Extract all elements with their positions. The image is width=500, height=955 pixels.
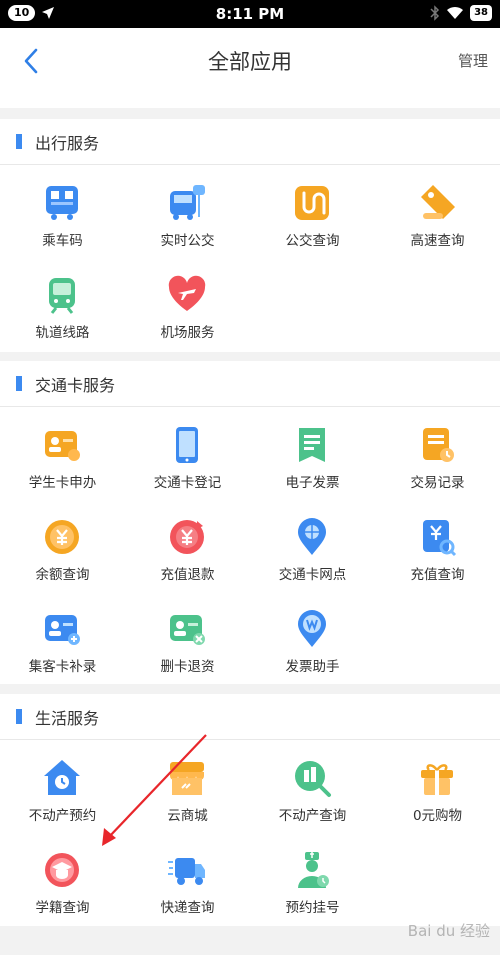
app-label: 快递查询 (160, 900, 215, 916)
battery-indicator: 38 (470, 5, 492, 21)
doctor-icon (298, 852, 329, 888)
section-header: 生活服务 (0, 694, 500, 740)
section-title: 生活服务 (35, 708, 100, 728)
app-label: 机场服务 (160, 325, 215, 341)
bus-route-icon (295, 186, 329, 220)
delete-card-icon (170, 615, 205, 645)
app-label: 学生卡申办 (28, 475, 97, 491)
app-label: 交通卡网点 (278, 567, 347, 583)
app-label: 0元购物 (412, 808, 463, 824)
house-clock-icon (44, 760, 80, 795)
app-label: 实时公交 (160, 233, 215, 249)
app-label: 公交查询 (285, 233, 340, 249)
section-life: 生活服务 不动产预约 云商城 不动产查询 0元购物 学籍查询 快递查询 预约挂号 (0, 694, 500, 926)
app-label: 轨道线路 (35, 325, 90, 341)
section-accent-bar (16, 134, 22, 149)
section-travel: 出行服务 乘车码 实时公交 公交查询 高速查询 轨道线路 机场服务 (0, 119, 500, 352)
graduation-cap-icon (45, 853, 79, 887)
app-item-highway[interactable]: 高速查询 (375, 165, 500, 257)
app-item-express-delivery[interactable]: 快递查询 (125, 832, 250, 924)
app-item-free-shopping[interactable]: 0元购物 (375, 740, 500, 832)
app-item-student-card[interactable]: 学生卡申办 (0, 407, 125, 499)
app-label: 余额查询 (35, 567, 90, 583)
app-item-bus-route[interactable]: 公交查询 (250, 165, 375, 257)
watermark: Bai du 经验 (407, 922, 490, 940)
app-item-recharge-search[interactable]: 充值查询 (375, 499, 500, 591)
card-supplement-icon (45, 615, 80, 645)
app-item-property-search[interactable]: 不动产查询 (250, 740, 375, 832)
app-label: 不动产预约 (28, 808, 97, 824)
highway-tag-icon (421, 185, 455, 219)
app-label: 交易记录 (410, 475, 465, 491)
app-item-property-appointment[interactable]: 不动产预约 (0, 740, 125, 832)
balance-coin-icon (45, 520, 79, 554)
app-item-bus-code[interactable]: 乘车码 (0, 165, 125, 257)
app-item-card-register[interactable]: 交通卡登记 (125, 407, 250, 499)
app-label: 集客卡补录 (28, 659, 97, 675)
delivery-truck-icon (168, 858, 205, 885)
store-icon (170, 762, 204, 795)
status-time: 8:11 PM (215, 5, 285, 23)
app-item-balance[interactable]: 余额查询 (0, 499, 125, 591)
app-label: 删卡退资 (160, 659, 215, 675)
app-item-student-status[interactable]: 学籍查询 (0, 832, 125, 924)
navigation-bar: 全部应用 管理 (0, 28, 500, 92)
location-pin-icon (298, 518, 326, 555)
app-label: 学籍查询 (35, 900, 90, 916)
app-item-e-invoice[interactable]: 电子发票 (250, 407, 375, 499)
bluetooth-icon (430, 5, 440, 21)
section-accent-bar (16, 376, 22, 391)
recharge-search-icon (423, 520, 457, 557)
app-item-transactions[interactable]: 交易记录 (375, 407, 500, 499)
section-title: 出行服务 (35, 133, 100, 153)
app-item-realtime-bus[interactable]: 实时公交 (125, 165, 250, 257)
app-label: 不动产查询 (278, 808, 347, 824)
app-item-refund[interactable]: 充值退款 (125, 499, 250, 591)
app-item-invoice-assistant[interactable]: 发票助手 (250, 591, 375, 683)
app-label: 充值退款 (160, 567, 215, 583)
app-item-airport[interactable]: 机场服务 (125, 257, 250, 349)
metro-train-icon (49, 278, 75, 314)
section-accent-bar (16, 709, 22, 724)
app-label: 乘车码 (42, 233, 83, 249)
section-title: 交通卡服务 (35, 375, 116, 395)
app-label: 电子发票 (285, 475, 340, 491)
invoice-assistant-icon (298, 610, 326, 647)
property-search-icon (295, 761, 331, 797)
bus-code-icon (46, 186, 78, 220)
gift-box-icon (421, 764, 453, 795)
manage-button[interactable]: 管理 (458, 50, 488, 71)
app-label: 交通卡登记 (153, 475, 222, 491)
app-label: 预约挂号 (285, 900, 340, 916)
app-label: 充值查询 (410, 567, 465, 583)
section-transit-card: 交通卡服务 学生卡申办 交通卡登记 电子发票 交易记录 余额查询 充值退款 交通… (0, 361, 500, 684)
student-card-icon (45, 431, 80, 461)
app-label: 高速查询 (410, 233, 465, 249)
app-item-card-outlets[interactable]: 交通卡网点 (250, 499, 375, 591)
app-label: 发票助手 (285, 659, 340, 675)
card-register-icon (176, 427, 198, 463)
status-bar: 10 8:11 PM 38 (0, 0, 500, 28)
e-invoice-icon (299, 428, 325, 462)
refund-icon (170, 520, 204, 554)
page-title: 全部应用 (208, 50, 292, 74)
transaction-record-icon (423, 428, 454, 462)
app-label: 云商城 (167, 808, 208, 824)
app-item-card-supplement[interactable]: 集客卡补录 (0, 591, 125, 683)
realtime-bus-icon (170, 185, 205, 220)
app-item-delete-card[interactable]: 删卡退资 (125, 591, 250, 683)
section-header: 交通卡服务 (0, 361, 500, 407)
airplane-heart-icon (168, 275, 206, 311)
scrolled-content-remnant: ··· ··· ·· (0, 92, 500, 108)
section-header: 出行服务 (0, 119, 500, 165)
wifi-icon (447, 6, 464, 19)
app-item-metro[interactable]: 轨道线路 (0, 257, 125, 349)
app-item-cloud-mall[interactable]: 云商城 (125, 740, 250, 832)
app-item-appointment-registration[interactable]: 预约挂号 (250, 832, 375, 924)
